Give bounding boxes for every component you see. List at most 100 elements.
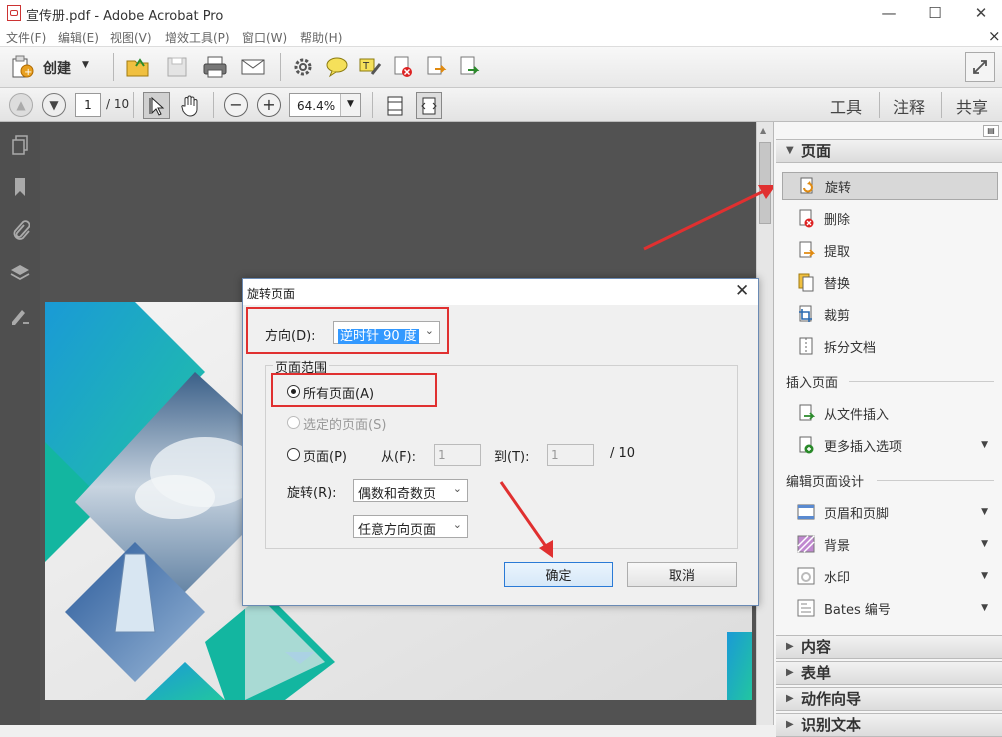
split-doc-icon (796, 336, 816, 356)
highlight-all-pages-box (271, 373, 437, 407)
replace-page-icon (796, 272, 816, 292)
watermark-item[interactable]: 水印 ▼ (782, 562, 998, 590)
more-insert-icon (796, 435, 816, 455)
fit-page-icon[interactable] (382, 92, 408, 119)
menu-edit[interactable]: 编辑(E) (58, 29, 99, 46)
panel-options-icon[interactable]: ▤ (983, 125, 999, 137)
title-bar: 宣传册.pdf - Adobe Acrobat Pro — ☐ ✕ (0, 0, 1002, 26)
signature-icon[interactable] (7, 303, 33, 329)
replace-page-item[interactable]: 替换 (782, 268, 998, 296)
hand-tool-icon[interactable] (176, 92, 203, 119)
ok-button[interactable]: 确定 (504, 562, 613, 587)
create-dropdown-icon[interactable]: ▼ (82, 60, 89, 70)
forms-section-header[interactable]: ▶ 表单 (776, 661, 1002, 685)
minimize-button[interactable]: — (866, 0, 912, 26)
fullscreen-icon[interactable] (965, 52, 995, 82)
page-total: / 10 (106, 97, 130, 111)
gear-icon[interactable] (289, 53, 317, 81)
orientation-select[interactable]: 任意方向页面 ⌄ (353, 515, 468, 538)
close-button[interactable]: ✕ (958, 0, 1002, 26)
menu-help[interactable]: 帮助(H) (300, 29, 342, 46)
save-icon[interactable] (163, 53, 191, 81)
create-icon[interactable]: + (8, 53, 36, 81)
menu-window[interactable]: 窗口(W) (242, 29, 287, 46)
rotate-label: 旋转(R): (287, 486, 337, 501)
delete-page-icon (796, 208, 816, 228)
extract-page-icon (796, 240, 816, 260)
tools-panel: ▤ ▼ 页面 旋转 删除 提取 替换 裁剪 拆分文档 插入页面 从文件插入 更多插… (773, 122, 1002, 737)
background-item[interactable]: 背景 ▼ (782, 530, 998, 558)
rotate-pages-select[interactable]: 偶数和奇数页 ⌄ (353, 479, 468, 502)
cancel-button[interactable]: 取消 (627, 562, 737, 587)
rotate-page-icon (797, 176, 817, 196)
header-footer-item[interactable]: 页眉和页脚 ▼ (782, 498, 998, 526)
zoom-out-icon[interactable]: − (224, 93, 248, 117)
radio-selected-pages[interactable] (287, 416, 300, 429)
attachment-icon[interactable] (7, 217, 33, 243)
page-design-heading: 编辑页面设计 (786, 475, 865, 490)
page-number-input[interactable]: 1 (75, 93, 101, 117)
page-thumbnails-icon[interactable] (7, 132, 33, 158)
more-insert-dropdown-icon[interactable]: ▼ (981, 440, 988, 450)
to-input[interactable]: 1 (547, 444, 594, 466)
delete-doc-icon[interactable] (389, 53, 417, 81)
dialog-close-icon[interactable]: ✕ (735, 281, 749, 301)
extract-page-item[interactable]: 提取 (782, 236, 998, 264)
insert-from-file-item[interactable]: 从文件插入 (782, 399, 998, 427)
bates-dropdown-icon[interactable]: ▼ (981, 603, 988, 613)
split-doc-item[interactable]: 拆分文档 (782, 332, 998, 360)
rotate-pages-dropdown-icon: ⌄ (452, 482, 462, 495)
page-total-label: / 10 (610, 446, 636, 461)
bates-numbering-item[interactable]: Bates 编号 ▼ (782, 594, 998, 622)
menu-view[interactable]: 视图(V) (110, 29, 152, 46)
zoom-dropdown-icon[interactable]: ▼ (340, 94, 360, 116)
maximize-button[interactable]: ☐ (912, 0, 958, 26)
menu-close-icon[interactable]: × (988, 27, 1001, 45)
select-tool-icon[interactable] (143, 92, 170, 119)
prev-page-icon[interactable]: ▲ (9, 93, 33, 117)
bookmarks-icon[interactable] (7, 174, 33, 200)
zoom-in-icon[interactable]: + (257, 93, 281, 117)
left-nav-panel (0, 122, 40, 725)
menu-file[interactable]: 文件(F) (6, 29, 46, 46)
send-doc-icon[interactable] (455, 53, 483, 81)
pages-section-header[interactable]: ▼ 页面 (776, 139, 1002, 163)
highlight-text-icon[interactable]: T (356, 53, 384, 81)
zoom-select[interactable]: 64.4% ▼ (289, 93, 361, 117)
comment-bubble-icon[interactable] (323, 53, 351, 81)
tab-comment[interactable]: 注释 (893, 94, 925, 118)
header-footer-dropdown-icon[interactable]: ▼ (981, 507, 988, 517)
tab-share[interactable]: 共享 (956, 94, 988, 118)
content-section-header[interactable]: ▶ 内容 (776, 635, 1002, 659)
main-toolbar: + 创建 ▼ T (0, 47, 1002, 88)
export-doc-icon[interactable] (422, 53, 450, 81)
rotate-page-item[interactable]: 旋转 (782, 172, 998, 200)
ocr-section-header[interactable]: ▶ 识别文本 (776, 713, 1002, 737)
background-icon (796, 534, 816, 554)
radio-page-range[interactable] (287, 448, 300, 461)
action-wizard-section-header[interactable]: ▶ 动作向导 (776, 687, 1002, 711)
orientation-dropdown-icon: ⌄ (452, 518, 462, 531)
delete-page-item[interactable]: 删除 (782, 204, 998, 232)
orientation-value: 任意方向页面 (358, 523, 437, 538)
email-icon[interactable] (238, 53, 268, 81)
red-arrow-ok-annotation (499, 481, 553, 558)
header-footer-icon (796, 502, 816, 522)
menu-plugins[interactable]: 增效工具(P) (165, 29, 230, 46)
create-button[interactable]: 创建 (43, 58, 71, 78)
next-page-icon[interactable]: ▼ (42, 93, 66, 117)
watermark-dropdown-icon[interactable]: ▼ (981, 571, 988, 581)
crop-page-item[interactable]: 裁剪 (782, 300, 998, 328)
more-insert-options-item[interactable]: 更多插入选项 ▼ (782, 431, 998, 459)
fit-width-icon[interactable] (416, 92, 442, 119)
open-folder-icon[interactable] (124, 53, 152, 81)
layers-icon[interactable] (7, 260, 33, 286)
print-icon[interactable] (200, 53, 230, 81)
from-input[interactable]: 1 (434, 444, 481, 466)
background-dropdown-icon[interactable]: ▼ (981, 539, 988, 549)
page-range-label: 页面(P) (303, 450, 347, 465)
bates-numbering-icon (796, 598, 816, 618)
tab-tools[interactable]: 工具 (830, 94, 862, 118)
zoom-value: 64.4% (297, 99, 336, 113)
insert-pages-heading: 插入页面 (786, 376, 839, 391)
